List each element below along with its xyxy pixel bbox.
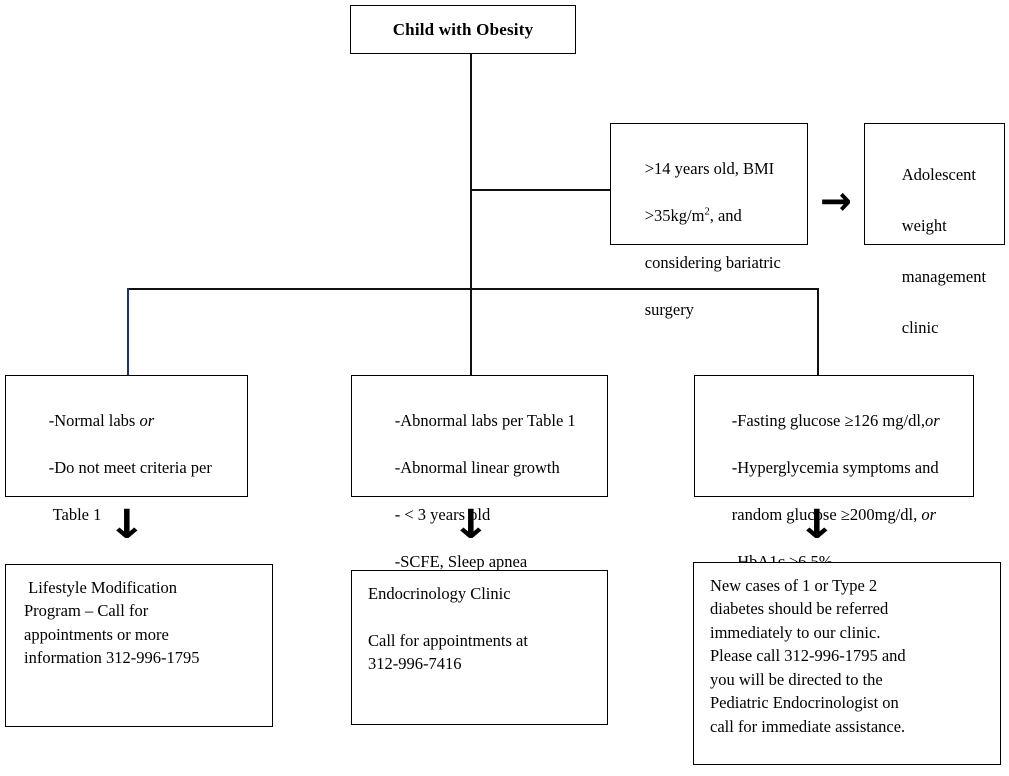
- criteria-middle-line-2: -Abnormal linear growth: [394, 458, 560, 478]
- node-criteria-diabetes[interactable]: -Fasting glucose ≥126 mg/dl,or -Hypergly…: [694, 375, 974, 571]
- node-outcome-lifestyle-program[interactable]: Lifestyle Modification Program – Call fo…: [5, 564, 273, 727]
- node-child-with-obesity[interactable]: Child with Obesity: [350, 5, 576, 54]
- node-outcome-endocrinology-clinic[interactable]: Endocrinology Clinic Call for appointmen…: [351, 570, 608, 725]
- outcome-left-text: Lifestyle Modification Program – Call fo…: [24, 578, 200, 668]
- bariatric-line-4: surgery: [644, 299, 694, 319]
- criteria-right-line-3-italic: or: [921, 505, 937, 525]
- outcome-middle-text: Endocrinology Clinic Call for appointmen…: [368, 584, 528, 674]
- outcome-right-text: New cases of 1 or Type 2 diabetes should…: [710, 576, 906, 736]
- node-outcome-diabetes-referral[interactable]: New cases of 1 or Type 2 diabetes should…: [693, 562, 1001, 765]
- page-title: Child with Obesity: [392, 19, 534, 39]
- criteria-left-line-1-italic: or: [139, 411, 155, 431]
- adolescent-line-3: management: [901, 266, 987, 286]
- connector-drop-right: [817, 288, 819, 375]
- node-criteria-abnormal[interactable]: -Abnormal labs per Table 1 -Abnormal lin…: [351, 375, 608, 571]
- adolescent-line-1: Adolescent: [901, 164, 976, 184]
- criteria-middle-text: -Abnormal labs per Table 1 -Abnormal lin…: [370, 386, 600, 597]
- adolescent-line-2: weight: [901, 215, 947, 235]
- criteria-middle-line-1: -Abnormal labs per Table 1: [394, 411, 576, 431]
- adolescent-line-4: clinic: [901, 317, 939, 337]
- flowchart-canvas: Child with Obesity >14 years old, BMI >3…: [0, 0, 1009, 776]
- criteria-right-line-1-italic: or: [925, 411, 940, 431]
- criteria-middle-line-4: -SCFE, Sleep apnea: [394, 551, 528, 571]
- arrow-right-icon-bariatric: →: [820, 177, 852, 225]
- bariatric-criteria-text: >14 years old, BMI >35kg/m2, and conside…: [620, 134, 805, 345]
- criteria-left-line-3: Table 1: [48, 505, 102, 525]
- criteria-left-line-1-pre: -Normal labs: [48, 411, 140, 431]
- node-bariatric-criteria[interactable]: >14 years old, BMI >35kg/m2, and conside…: [610, 123, 808, 319]
- criteria-left-line-2: -Do not meet criteria per: [48, 458, 212, 478]
- bariatric-line-2-pre: >35kg/m: [644, 206, 705, 226]
- connector-drop-middle: [470, 288, 472, 375]
- adolescent-clinic-text: Adolescent weight management clinic: [877, 136, 997, 366]
- node-criteria-normal[interactable]: -Normal labs or -Do not meet criteria pe…: [5, 375, 248, 524]
- criteria-right-line-2: -Hyperglycemia symptoms and: [731, 458, 939, 478]
- bariatric-line-2-post: , and: [709, 206, 742, 226]
- arrow-down-icon-left: ↓: [106, 502, 147, 548]
- node-adolescent-weight-clinic[interactable]: Adolescent weight management clinic: [864, 123, 1005, 337]
- bariatric-line-3: considering bariatric: [644, 253, 781, 273]
- bariatric-line-1: >14 years old, BMI: [644, 159, 775, 179]
- criteria-right-line-1-pre: -Fasting glucose ≥126 mg/dl,: [731, 411, 926, 431]
- connector-root-trunk: [470, 54, 472, 289]
- arrow-down-icon-middle: ↓: [450, 502, 491, 548]
- arrow-down-icon-right: ↓: [796, 502, 837, 548]
- connector-to-bariatric-criteria: [470, 189, 611, 191]
- connector-drop-left: [127, 288, 129, 375]
